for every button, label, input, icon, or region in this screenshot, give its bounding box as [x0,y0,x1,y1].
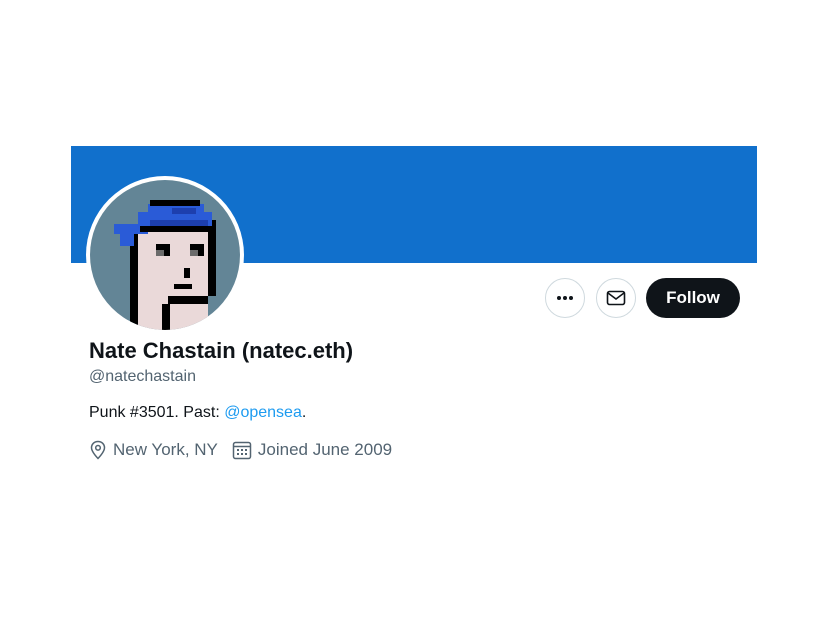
profile-joined-date: Joined June 2009 [232,440,392,460]
bio-text: Punk #3501. Past: [89,404,225,421]
follow-button[interactable]: Follow [646,278,740,318]
location-pin-icon [90,440,106,460]
bio-mention-link[interactable]: @opensea [224,404,302,421]
location-text: New York, NY [113,440,218,459]
calendar-icon [232,441,252,460]
profile-display-name: Nate Chastain (natec.eth) [89,338,354,363]
more-horizontal-icon [557,296,573,300]
cryptopunk-avatar-icon [114,200,216,330]
joined-text: Joined June 2009 [257,440,393,459]
profile-bio: Punk #3501. Past: @opensea. [89,404,306,422]
profile-handle: @natechastain [89,368,196,385]
profile-meta: New York, NY Joined June 2009 [89,440,392,460]
envelope-icon [606,290,626,306]
profile-location: New York, NY [89,440,218,460]
avatar-image [90,180,240,330]
bio-text-end: . [301,404,307,421]
more-options-button[interactable] [545,278,585,318]
message-button[interactable] [596,278,636,318]
profile-avatar[interactable] [86,176,244,334]
